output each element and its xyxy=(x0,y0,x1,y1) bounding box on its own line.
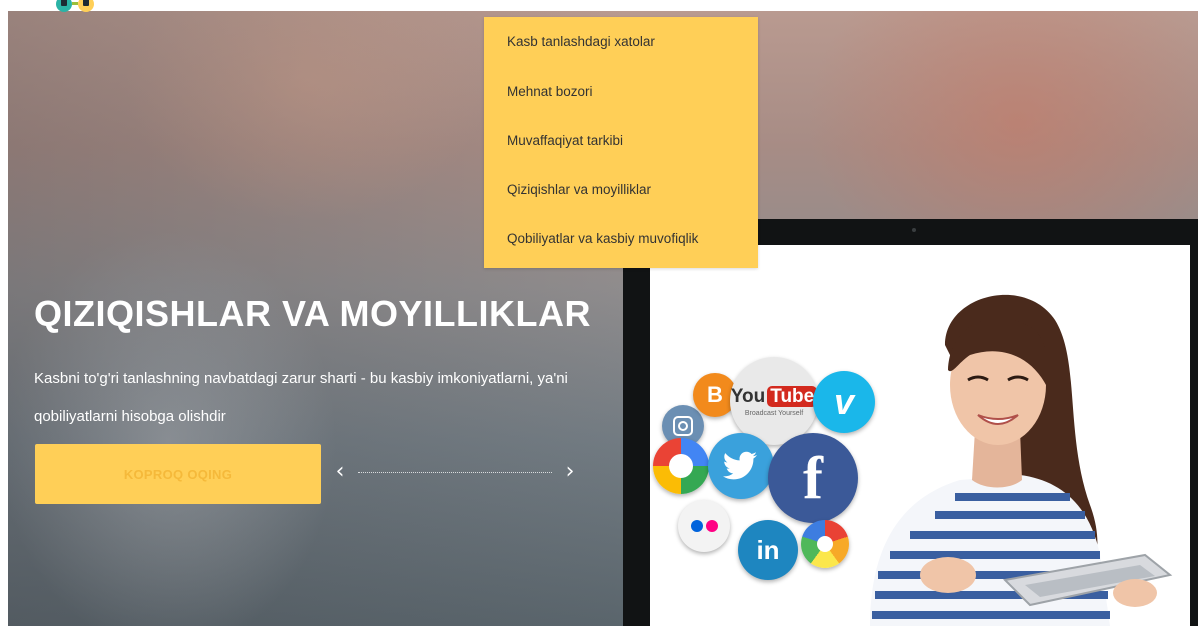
logo-icon[interactable] xyxy=(56,0,120,12)
facebook-icon: f xyxy=(768,433,858,523)
picasa-icon xyxy=(801,520,849,568)
menu-item-qiziqishlar-va-moyilliklar[interactable]: Qiziqishlar va moyilliklar xyxy=(484,165,758,214)
woman-with-tablet-image xyxy=(870,294,1173,626)
youtube-icon: You Tube Broadcast Yourself xyxy=(730,357,818,445)
google-icon xyxy=(653,438,709,494)
tablet-device-image: B You Tube Broadcast Yourself v f in xyxy=(623,219,1198,626)
hero-description: Kasbni to'g'ri tanlashning navbatdagi za… xyxy=(34,370,568,425)
top-bar xyxy=(0,0,1198,12)
youtube-tagline: Broadcast Yourself xyxy=(744,409,804,417)
chevron-left-icon[interactable]: ‹ xyxy=(330,460,350,484)
dropdown-menu: Kasb tanlashdagi xatolar Mehnat bozori M… xyxy=(484,17,758,268)
youtube-text-tube: Tube xyxy=(767,385,818,407)
camera-dot xyxy=(912,228,916,232)
read-more-button[interactable]: KOPROQ OQING xyxy=(35,444,321,504)
slider-track xyxy=(358,472,552,473)
linkedin-icon: in xyxy=(738,520,798,580)
menu-item-kasb-tanlashdagi-xatolar[interactable]: Kasb tanlashdagi xatolar xyxy=(484,17,758,67)
slider-navigation: ‹ › xyxy=(330,460,582,484)
menu-item-qobiliyatlar-va-kasbiy-muvofiqlik[interactable]: Qobiliyatlar va kasbiy muvofiqlik xyxy=(484,214,758,263)
menu-item-mehnat-bozori[interactable]: Mehnat bozori xyxy=(484,67,758,116)
twitter-icon xyxy=(708,433,774,499)
chevron-right-icon[interactable]: › xyxy=(560,460,580,484)
flickr-icon xyxy=(678,500,730,552)
device-screen: B You Tube Broadcast Yourself v f in xyxy=(650,245,1190,626)
youtube-text-you: You xyxy=(730,385,766,407)
menu-item-muvaffaqiyat-tarkibi[interactable]: Muvaffaqiyat tarkibi xyxy=(484,116,758,165)
hero-title: QIZIQISHLAR VA MOYILLIKLAR xyxy=(34,293,591,334)
